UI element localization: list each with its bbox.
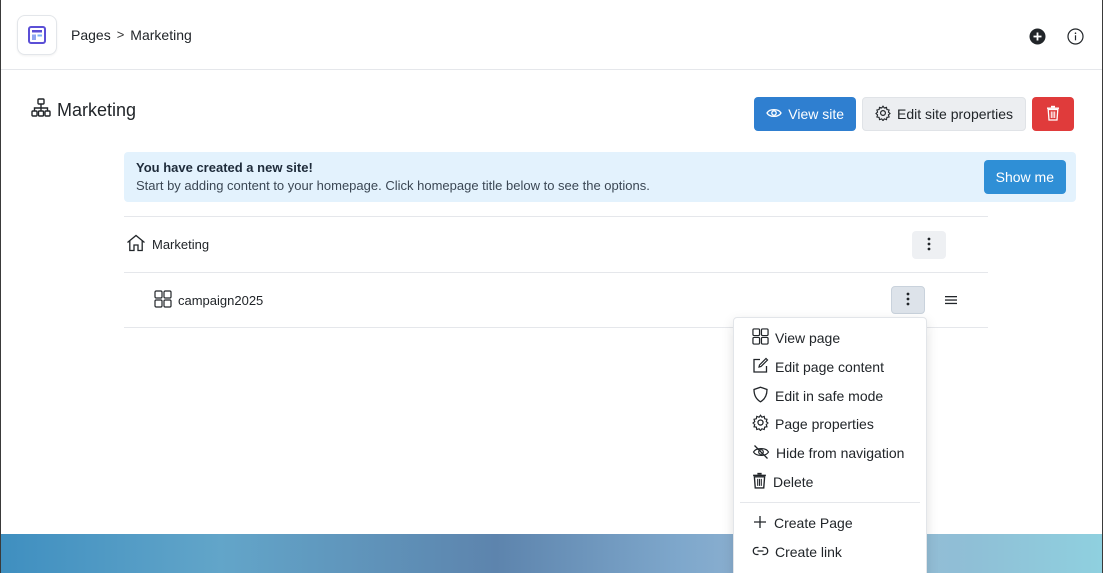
breadcrumb-pages[interactable]: Pages (71, 27, 111, 43)
trash-icon (1046, 105, 1060, 124)
breadcrumb-separator: > (116, 27, 125, 42)
shield-icon (752, 386, 769, 406)
menu-page-properties[interactable]: Page properties (734, 410, 926, 439)
page-title-text: Marketing (57, 100, 137, 120)
page-title: Marketing (31, 98, 136, 123)
add-icon[interactable] (1028, 27, 1046, 45)
delete-site-button[interactable] (1032, 97, 1074, 131)
page-context-menu: View page Edit page content Edit in safe… (733, 317, 927, 573)
eye-slash-icon (752, 444, 770, 463)
tree-row-label: Marketing (152, 237, 210, 252)
alert-title: You have created a new site! (136, 160, 313, 175)
tree-row-label: campaign2025 (178, 292, 264, 308)
logo-icon[interactable] (17, 14, 57, 55)
header-actions: View site Edit site properties (754, 97, 1074, 131)
grid-icon (752, 328, 769, 348)
campaign-page-link[interactable]: campaign2025 (124, 289, 264, 311)
kebab-icon (927, 237, 931, 254)
edit-icon (752, 357, 769, 377)
menu-delete[interactable]: Delete (734, 467, 926, 496)
breadcrumb-marketing[interactable]: Marketing (130, 27, 191, 43)
trash-icon (752, 472, 767, 492)
gear-icon (752, 414, 769, 434)
breadcrumb: Pages > Marketing (71, 27, 192, 43)
menu-edit-page-content[interactable]: Edit page content (734, 353, 926, 382)
app-window: Pages > Marketing Marketing View site Ed… (0, 0, 1103, 573)
hero-banner-image (1, 534, 1102, 573)
drag-handle-icon[interactable] (944, 293, 958, 307)
menu-create-link[interactable]: Create link (734, 538, 926, 567)
edit-site-properties-button[interactable]: Edit site properties (862, 97, 1026, 131)
row-menu-button-active[interactable] (891, 286, 925, 314)
gear-icon (875, 104, 891, 124)
info-icon[interactable] (1066, 27, 1084, 45)
menu-view-page[interactable]: View page (734, 324, 926, 353)
kebab-icon (906, 292, 910, 309)
view-site-button[interactable]: View site (754, 97, 857, 131)
top-actions (1028, 27, 1084, 45)
new-site-alert: You have created a new site! Start by ad… (124, 152, 1076, 202)
link-icon (752, 544, 769, 560)
home-icon (126, 234, 146, 255)
eye-icon (766, 106, 783, 122)
menu-create-page[interactable]: Create Page (734, 509, 926, 538)
alert-body: Start by adding content to your homepage… (136, 178, 650, 193)
plus-icon (752, 514, 768, 533)
row-menu-button[interactable] (912, 231, 946, 259)
page-tree: Marketing campaign2025 (124, 216, 988, 328)
sitemap-icon (31, 98, 51, 123)
homepage-link[interactable]: Marketing (124, 234, 209, 255)
show-me-button[interactable]: Show me (983, 160, 1066, 194)
menu-hide-from-navigation[interactable]: Hide from navigation (734, 439, 926, 468)
tree-row-homepage: Marketing (124, 216, 988, 272)
top-bar: Pages > Marketing (1, 0, 1102, 70)
grid-icon (154, 289, 172, 311)
menu-divider (740, 502, 920, 504)
menu-edit-safe-mode[interactable]: Edit in safe mode (734, 381, 926, 410)
